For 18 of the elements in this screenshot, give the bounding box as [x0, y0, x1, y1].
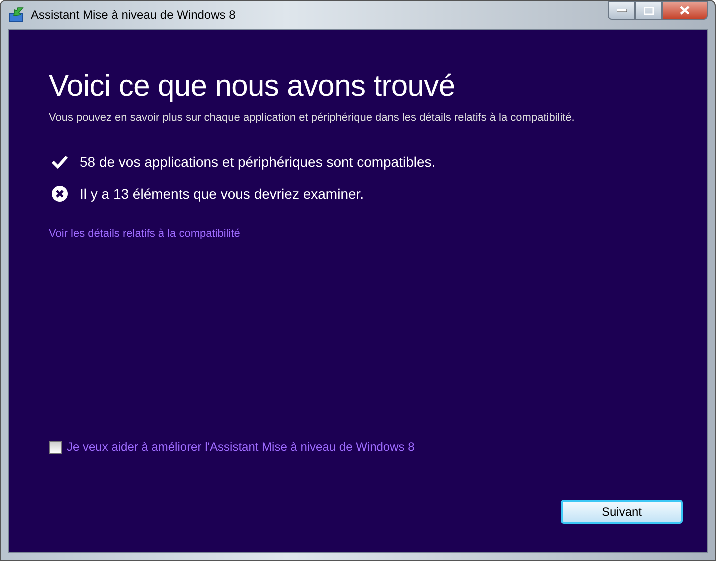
details-link[interactable]: Voir les détails relatifs à la compatibilité: [49, 228, 240, 240]
result-text: Il y a 13 éléments que vous devriez examiner.: [80, 186, 364, 202]
check-icon: [52, 155, 68, 169]
error-icon: [52, 186, 68, 202]
close-icon: [680, 6, 690, 15]
window-title: Assistant Mise à niveau de Windows 8: [31, 8, 236, 22]
close-button[interactable]: [662, 1, 708, 20]
checkbox-label[interactable]: Je veux aider à améliorer l'Assistant Mise à niveau de Windows 8: [67, 440, 415, 454]
result-text: 58 de vos applications et périphériques sont compatibles.: [80, 154, 436, 170]
minimize-icon: [616, 8, 626, 12]
subtitle-text: Vous pouvez en savoir plus sur chaque application et périphérique dans les détails relatifs à la compatibilité.: [49, 112, 576, 124]
checkbox[interactable]: [49, 440, 62, 454]
maximize-button[interactable]: [635, 1, 662, 20]
download-icon: [9, 7, 25, 23]
maximize-icon: [644, 6, 654, 14]
next-button[interactable]: Suivant: [561, 500, 683, 524]
page-heading: Voici ce que nous avons trouvé: [49, 70, 456, 104]
minimize-button[interactable]: [608, 1, 635, 20]
